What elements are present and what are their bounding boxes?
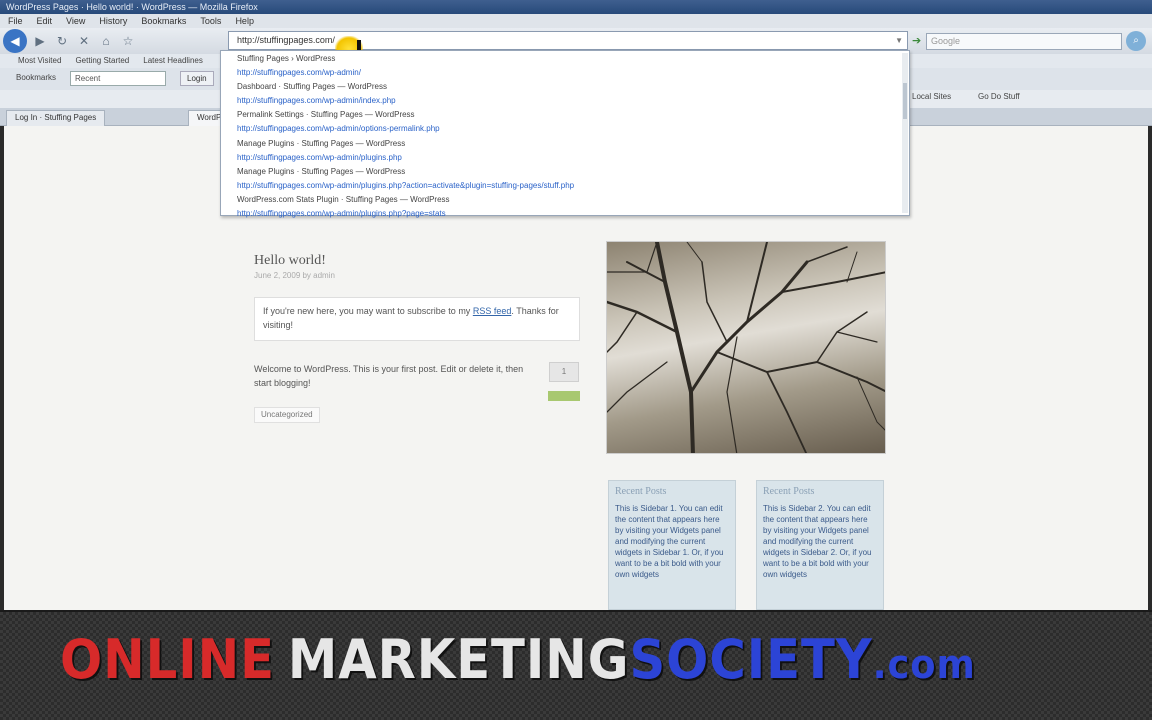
- suggestion-url[interactable]: http://stuffingpages.com/wp-admin/index.…: [221, 94, 909, 108]
- sidebar-right-text: This is Sidebar 2. You can edit the cont…: [763, 504, 872, 579]
- sidebar-left-title: Recent Posts: [615, 486, 667, 497]
- notice-text: If you're new here, you may want to subs…: [263, 306, 471, 316]
- bookmark-star-button[interactable]: ☆: [119, 30, 137, 52]
- header-photo: [606, 241, 886, 454]
- search-icon[interactable]: ⌕: [1126, 31, 1146, 51]
- local-sites-link[interactable]: Local Sites: [912, 92, 951, 101]
- url-autocomplete-dropdown: Stuffing Pages › WordPress http://stuffi…: [220, 50, 910, 218]
- menu-file[interactable]: File: [8, 14, 23, 28]
- menu-tools[interactable]: Tools: [200, 14, 221, 28]
- suggestion-title[interactable]: Manage Plugins · Stuffing Pages — WordPr…: [221, 165, 909, 179]
- menu-view[interactable]: View: [66, 14, 85, 28]
- suggestion-title[interactable]: Dashboard · Stuffing Pages — WordPress: [221, 80, 909, 94]
- star-icon: ☆: [122, 34, 134, 48]
- comment-tag: [548, 391, 580, 401]
- menu-history[interactable]: History: [99, 14, 127, 28]
- suggestion-url[interactable]: http://stuffingpages.com/wp-admin/plugin…: [221, 151, 909, 165]
- post-date: June 2, 2009 by admin: [254, 271, 335, 280]
- suggestion-url[interactable]: http://stuffingpages.com/wp-admin/: [221, 66, 909, 80]
- address-text: http://stuffingpages.com/: [237, 35, 335, 45]
- banner-logo-text: ONLINE MARKETINGSOCIETY.com: [60, 628, 976, 691]
- banner-word-com: .com: [872, 642, 976, 688]
- banner-word-marketing: MARKETING: [287, 628, 630, 691]
- suggestion-title[interactable]: WordPress.com Stats Plugin · Stuffing Pa…: [221, 193, 909, 207]
- home-icon: ⌂: [102, 34, 110, 48]
- banner-word-online: ONLINE: [60, 628, 275, 691]
- banner-word-society: SOCIETY: [629, 628, 873, 691]
- toolbar-select[interactable]: Recent: [70, 71, 166, 86]
- bookmark-most-visited[interactable]: Most Visited: [18, 54, 61, 68]
- subscribe-notice: If you're new here, you may want to subs…: [254, 297, 580, 341]
- post-body: Welcome to WordPress. This is your first…: [254, 364, 524, 388]
- reload-icon: ↻: [56, 34, 68, 48]
- back-arrow-icon: ◀: [10, 34, 20, 48]
- suggestion-url[interactable]: http://stuffingpages.com/wp-admin/plugin…: [221, 179, 909, 193]
- post-title[interactable]: Hello world!: [254, 253, 326, 269]
- sidebar-right-title: Recent Posts: [763, 486, 815, 497]
- address-bar[interactable]: http://stuffingpages.com/ ▼: [228, 31, 908, 50]
- back-button[interactable]: ◀: [3, 29, 27, 53]
- reload-button[interactable]: ↻: [53, 30, 71, 52]
- menu-help[interactable]: Help: [235, 14, 254, 28]
- stop-icon: ✕: [78, 34, 90, 48]
- suggestion-title[interactable]: Manage Plugins · Stuffing Pages — WordPr…: [221, 137, 909, 151]
- dropdown-scrollbar[interactable]: [902, 53, 908, 213]
- menu-bookmarks[interactable]: Bookmarks: [141, 14, 186, 28]
- forward-button[interactable]: ▶: [31, 30, 49, 52]
- bookmark-getting-started[interactable]: Getting Started: [75, 54, 129, 68]
- toolbar-label: Bookmarks: [16, 73, 57, 82]
- post-category[interactable]: Uncategorized: [254, 407, 320, 423]
- bookmark-latest-headlines[interactable]: Latest Headlines: [143, 54, 203, 68]
- menu-bar: File Edit View History Bookmarks Tools H…: [0, 14, 1152, 28]
- suggestion-url[interactable]: http://stuffingpages.com/wp-admin/option…: [221, 122, 909, 136]
- address-dropdown-icon[interactable]: ▼: [895, 32, 903, 49]
- window-title: WordPress Pages · Hello world! · WordPre…: [0, 0, 1152, 14]
- rss-feed-link[interactable]: RSS feed: [473, 306, 512, 316]
- suggestion-url[interactable]: http://stuffingpages.com/wp-admin/plugin…: [221, 207, 909, 221]
- login-button[interactable]: Login: [180, 71, 214, 86]
- tab-login[interactable]: Log In · Stuffing Pages: [6, 110, 106, 126]
- sidebar-widget-left: Recent Posts This is Sidebar 1. You can …: [608, 480, 736, 610]
- go-arrow-icon[interactable]: ➔: [912, 34, 924, 48]
- comment-count-badge[interactable]: 1: [549, 362, 579, 382]
- stop-button[interactable]: ✕: [75, 30, 93, 52]
- home-button[interactable]: ⌂: [97, 30, 115, 52]
- menu-edit[interactable]: Edit: [37, 14, 53, 28]
- go-do-stuff-link[interactable]: Go Do Stuff: [978, 92, 1020, 101]
- forward-arrow-icon: ▶: [35, 34, 45, 48]
- sidebar-widget-right: Recent Posts This is Sidebar 2. You can …: [756, 480, 884, 610]
- bare-tree-image: [607, 242, 885, 453]
- search-input[interactable]: Google: [926, 33, 1122, 50]
- suggestion-title[interactable]: Stuffing Pages › WordPress: [221, 52, 909, 66]
- suggestion-title[interactable]: Permalink Settings · Stuffing Pages — Wo…: [221, 108, 909, 122]
- sidebar-left-text: This is Sidebar 1. You can edit the cont…: [615, 504, 724, 579]
